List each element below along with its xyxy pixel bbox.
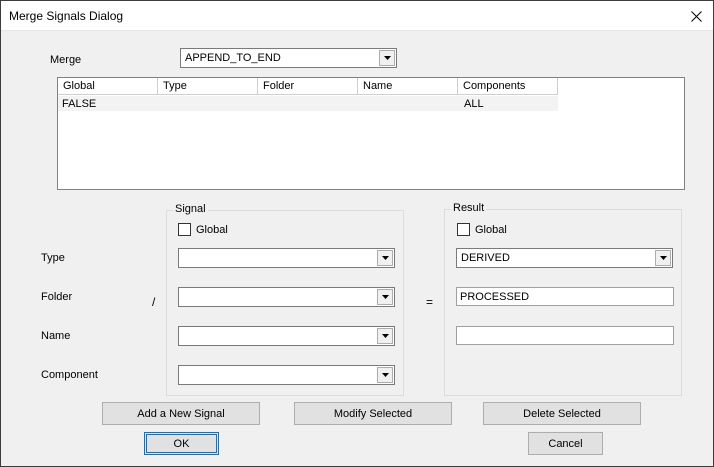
signal-name-dropdown-button[interactable] (377, 328, 393, 344)
result-name-input[interactable] (456, 326, 674, 345)
checkbox-box[interactable] (178, 223, 191, 236)
column-header-folder[interactable]: Folder (258, 78, 358, 95)
table-row[interactable]: FALSE ALL (58, 96, 558, 111)
cell-global: FALSE (62, 98, 97, 110)
cancel-button[interactable]: Cancel (528, 432, 603, 455)
merge-label: Merge (50, 54, 82, 66)
result-type-combobox[interactable]: DERIVED (456, 248, 673, 268)
signal-folder-dropdown-button[interactable] (377, 289, 393, 305)
window-title: Merge Signals Dialog (9, 9, 124, 23)
column-header-components[interactable]: Components (458, 78, 558, 95)
chevron-down-icon (383, 56, 391, 60)
signal-type-dropdown-button[interactable] (377, 250, 393, 266)
signal-component-combobox[interactable] (178, 365, 395, 385)
merge-combobox[interactable]: APPEND_TO_END (180, 48, 397, 68)
signals-list[interactable]: Global Type Folder Name Components FALSE… (57, 77, 685, 190)
add-new-signal-button[interactable]: Add a New Signal (102, 402, 260, 425)
list-header: Global Type Folder Name Components (58, 78, 558, 95)
title-bar: Merge Signals Dialog (1, 1, 713, 31)
checkbox-box[interactable] (457, 223, 470, 236)
component-label: Component (41, 369, 98, 381)
equals-separator: = (426, 295, 434, 309)
merge-signals-dialog: Merge Signals Dialog Merge APPEND_TO_END… (0, 0, 714, 467)
signal-legend: Signal (173, 203, 208, 215)
chevron-down-icon (381, 256, 389, 260)
signal-global-checkbox[interactable]: Global (178, 223, 228, 236)
result-folder-value: PROCESSED (460, 291, 530, 303)
result-type-value: DERIVED (461, 252, 510, 264)
merge-dropdown-button[interactable] (379, 50, 395, 66)
type-label: Type (41, 252, 65, 264)
cell-components: ALL (464, 98, 484, 110)
signal-folder-combobox[interactable] (178, 287, 395, 307)
merge-value: APPEND_TO_END (185, 52, 281, 64)
result-folder-input[interactable]: PROCESSED (456, 287, 674, 306)
ok-button[interactable]: OK (144, 432, 219, 455)
chevron-down-icon (381, 295, 389, 299)
chevron-down-icon (381, 334, 389, 338)
signal-name-combobox[interactable] (178, 326, 395, 346)
result-legend: Result (451, 202, 487, 214)
close-icon (690, 10, 702, 22)
signal-type-combobox[interactable] (178, 248, 395, 268)
close-button[interactable] (685, 5, 707, 27)
column-header-name[interactable]: Name (358, 78, 458, 95)
chevron-down-icon (381, 373, 389, 377)
column-header-type[interactable]: Type (158, 78, 258, 95)
delete-selected-button[interactable]: Delete Selected (483, 402, 641, 425)
signal-component-dropdown-button[interactable] (377, 367, 393, 383)
slash-separator: / (152, 295, 156, 309)
result-type-dropdown-button[interactable] (655, 250, 671, 266)
name-label: Name (41, 330, 71, 342)
chevron-down-icon (659, 256, 667, 260)
column-header-global[interactable]: Global (58, 78, 158, 95)
modify-selected-button[interactable]: Modify Selected (294, 402, 452, 425)
result-global-checkbox[interactable]: Global (457, 223, 507, 236)
signal-global-label: Global (196, 223, 228, 236)
folder-label: Folder (41, 291, 73, 303)
result-global-label: Global (475, 223, 507, 236)
